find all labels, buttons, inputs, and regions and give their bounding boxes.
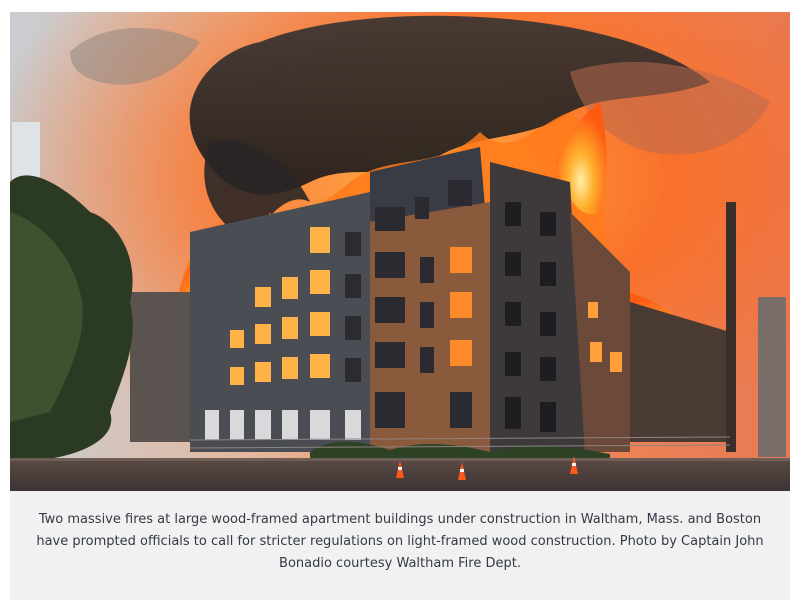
fire-photo-illustration — [10, 12, 790, 491]
fire-photo — [10, 12, 790, 491]
figure: Two massive fires at large wood-framed a… — [10, 12, 790, 600]
photo-caption: Two massive fires at large wood-framed a… — [36, 512, 764, 571]
